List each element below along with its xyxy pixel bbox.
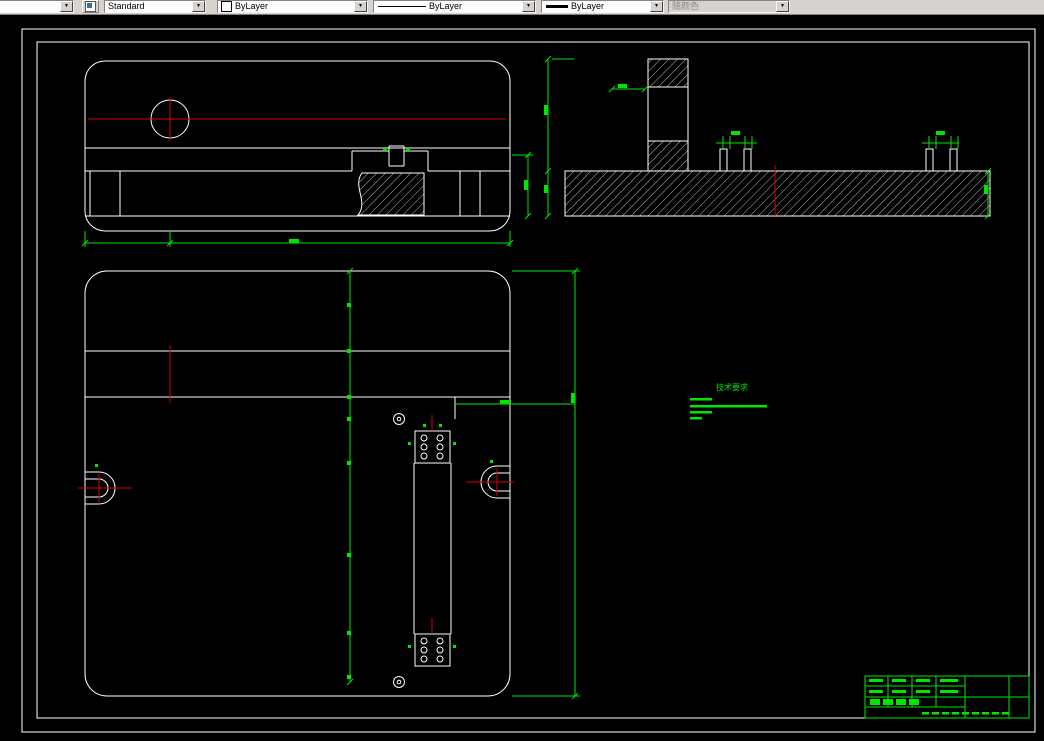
chevron-down-icon[interactable]: ▼: [192, 1, 205, 12]
layer-combo[interactable]: ▼: [0, 0, 74, 13]
make-layer-current-button[interactable]: [82, 0, 99, 13]
base-hatch: [564, 170, 991, 217]
plan-view-centerlines: [78, 345, 514, 634]
title-block: [864, 675, 1030, 719]
bolt-group: [414, 430, 451, 464]
linetype-combo[interactable]: ByLayer ▼: [373, 0, 536, 13]
bolt-group: [414, 633, 451, 667]
column-bore: [647, 86, 689, 142]
tech-notes: 技术要求: [690, 382, 767, 420]
section-view: [564, 58, 991, 217]
model-space-canvas[interactable]: 技术要求: [0, 15, 1044, 736]
column-bottom-hatch: [647, 140, 689, 172]
color-combo[interactable]: ByLayer ▼: [217, 0, 368, 13]
stud: [949, 148, 958, 172]
plan-view-dimensions: [95, 267, 580, 700]
stud: [925, 148, 934, 172]
plan-view: [84, 270, 511, 697]
lineweight-sample: [546, 5, 568, 8]
chevron-down-icon[interactable]: ▼: [60, 1, 73, 12]
properties-toolbar: ▼ Standard ▼ ByLayer ▼ ByLayer ▼ ByLayer…: [0, 0, 1044, 15]
cad-drawing: 技术要求: [21, 28, 1036, 733]
drawing-frame: [21, 28, 1036, 733]
side-view-dimensions: [81, 148, 533, 247]
chevron-down-icon: ▼: [776, 1, 789, 12]
text-style-value: Standard: [108, 1, 145, 11]
color-value: ByLayer: [235, 1, 269, 11]
column-top-hatch: [647, 58, 689, 88]
text-style-combo[interactable]: Standard ▼: [104, 0, 206, 13]
chevron-down-icon[interactable]: ▼: [354, 1, 367, 12]
plot-style-combo: 随颜色 ▼: [668, 0, 790, 13]
chevron-down-icon[interactable]: ▼: [522, 1, 535, 12]
stud: [743, 148, 752, 172]
plot-style-value: 随颜色: [672, 1, 700, 11]
linetype-sample: [378, 6, 426, 7]
linetype-value: ByLayer: [429, 1, 463, 11]
make-layer-current-icon: [85, 1, 96, 12]
lineweight-value: ByLayer: [571, 1, 605, 11]
pin-hole: [393, 413, 405, 425]
tech-notes-title: 技术要求: [716, 382, 748, 392]
side-view: [84, 60, 511, 232]
section-hatch: [356, 172, 425, 216]
lineweight-combo[interactable]: ByLayer ▼: [541, 0, 664, 13]
color-swatch: [221, 1, 232, 12]
stud: [719, 148, 728, 172]
pin-hole: [393, 676, 405, 688]
side-view-centerlines: [88, 97, 506, 141]
chevron-down-icon[interactable]: ▼: [650, 1, 663, 12]
